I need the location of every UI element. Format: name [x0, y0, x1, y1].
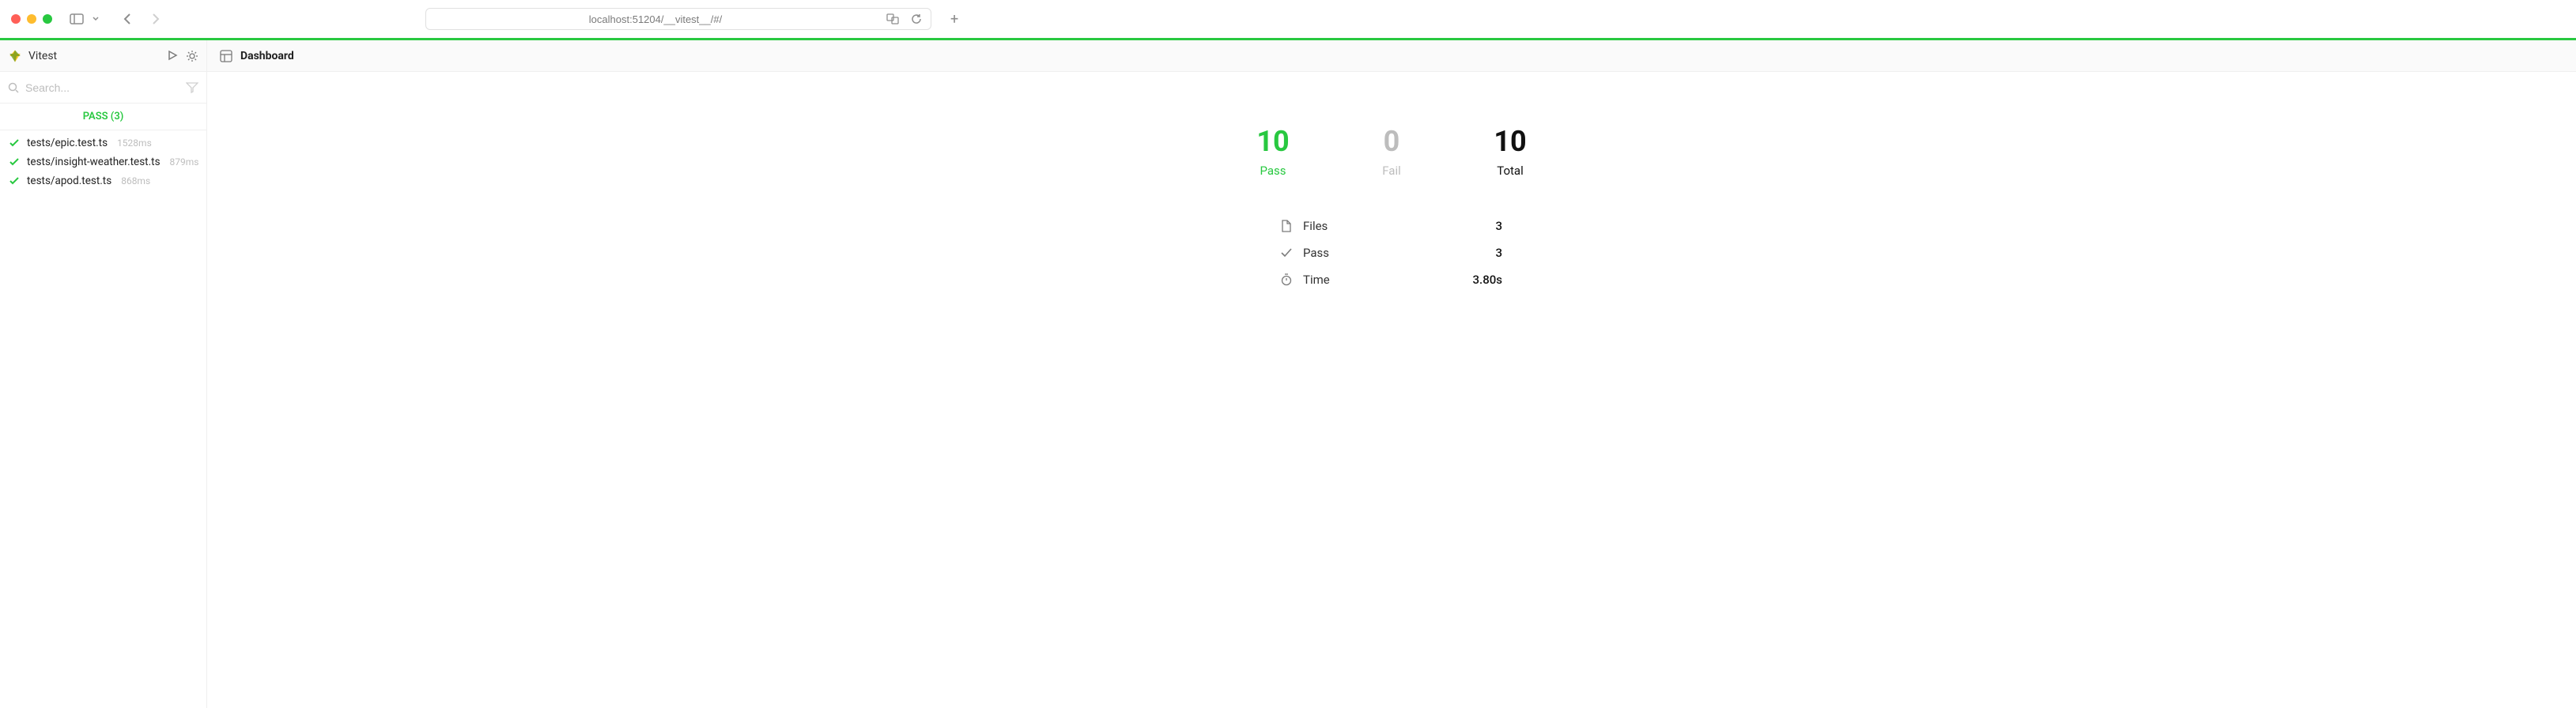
test-file-list: tests/epic.test.ts 1528ms tests/insight-… — [0, 130, 206, 194]
test-file-item[interactable]: tests/insight-weather.test.ts 879ms — [0, 153, 206, 171]
page-title: Dashboard — [240, 50, 294, 62]
app-title: Vitest — [28, 50, 161, 62]
file-name: tests/apod.test.ts — [27, 175, 111, 187]
filter-icon[interactable] — [186, 82, 198, 93]
back-button[interactable] — [119, 10, 136, 28]
detail-label: Pass — [1303, 246, 1486, 260]
theme-toggle-button[interactable] — [186, 50, 198, 62]
check-icon — [9, 177, 21, 185]
total-count: 10 — [1479, 127, 1542, 156]
sidebar-icon — [68, 10, 85, 28]
window-controls — [11, 14, 52, 24]
main-header: Dashboard — [207, 40, 2576, 72]
url-input[interactable] — [425, 8, 931, 30]
fail-label: Fail — [1360, 164, 1423, 178]
sidebar-toggle-button[interactable] — [68, 10, 104, 28]
tab-label: PASS (3) — [83, 111, 124, 122]
file-duration: 868ms — [121, 175, 150, 186]
dashboard-icon — [220, 50, 232, 62]
file-duration: 1528ms — [117, 137, 152, 149]
search-input[interactable] — [25, 81, 179, 94]
sidebar-header: Vitest — [0, 40, 206, 72]
run-all-button[interactable] — [167, 50, 178, 62]
fail-count: 0 — [1360, 127, 1423, 156]
translate-icon[interactable] — [884, 10, 901, 28]
minimize-window-button[interactable] — [27, 14, 36, 24]
detail-value: 3 — [1495, 219, 1502, 233]
maximize-window-button[interactable] — [43, 14, 52, 24]
pass-label: Pass — [1241, 164, 1305, 178]
dashboard-body: 10 Pass 0 Fail 10 Total — [207, 72, 2576, 708]
close-window-button[interactable] — [11, 14, 21, 24]
detail-label: Time — [1303, 273, 1464, 287]
detail-pass: Pass 3 — [1281, 239, 1502, 266]
detail-value: 3 — [1495, 246, 1502, 260]
browser-toolbar: + — [0, 0, 2576, 38]
summary-row: 10 Pass 0 Fail 10 Total — [1241, 127, 1542, 178]
search-row — [0, 72, 206, 104]
forward-button[interactable] — [147, 10, 164, 28]
sidebar: Vitest — [0, 40, 207, 708]
pass-count: 10 — [1241, 127, 1305, 156]
check-icon — [1281, 248, 1294, 258]
check-icon — [9, 139, 21, 147]
new-tab-button[interactable]: + — [950, 11, 958, 28]
summary-total: 10 Total — [1479, 127, 1542, 178]
detail-files: Files 3 — [1281, 213, 1502, 239]
search-icon — [8, 82, 19, 93]
main-panel: Dashboard 10 Pass 0 Fail 10 Total — [207, 40, 2576, 708]
vitest-logo-icon — [8, 49, 22, 63]
file-name: tests/insight-weather.test.ts — [27, 156, 161, 168]
file-icon — [1281, 220, 1294, 232]
file-duration: 879ms — [170, 156, 199, 168]
total-label: Total — [1479, 164, 1542, 178]
test-file-item[interactable]: tests/apod.test.ts 868ms — [0, 171, 206, 190]
tab-pass[interactable]: PASS (3) — [0, 104, 206, 130]
address-bar[interactable] — [425, 8, 931, 30]
stopwatch-icon — [1281, 273, 1294, 286]
chevron-down-icon — [87, 10, 104, 28]
check-icon — [9, 158, 21, 166]
test-file-item[interactable]: tests/epic.test.ts 1528ms — [0, 134, 206, 153]
file-name: tests/epic.test.ts — [27, 137, 108, 149]
detail-time: Time 3.80s — [1281, 266, 1502, 293]
summary-fail: 0 Fail — [1360, 127, 1423, 178]
summary-pass: 10 Pass — [1241, 127, 1305, 178]
detail-value: 3.80s — [1473, 273, 1502, 287]
reload-icon[interactable] — [908, 10, 925, 28]
detail-label: Files — [1303, 219, 1486, 233]
detail-rows: Files 3 Pass 3 Time — [1281, 213, 1502, 293]
